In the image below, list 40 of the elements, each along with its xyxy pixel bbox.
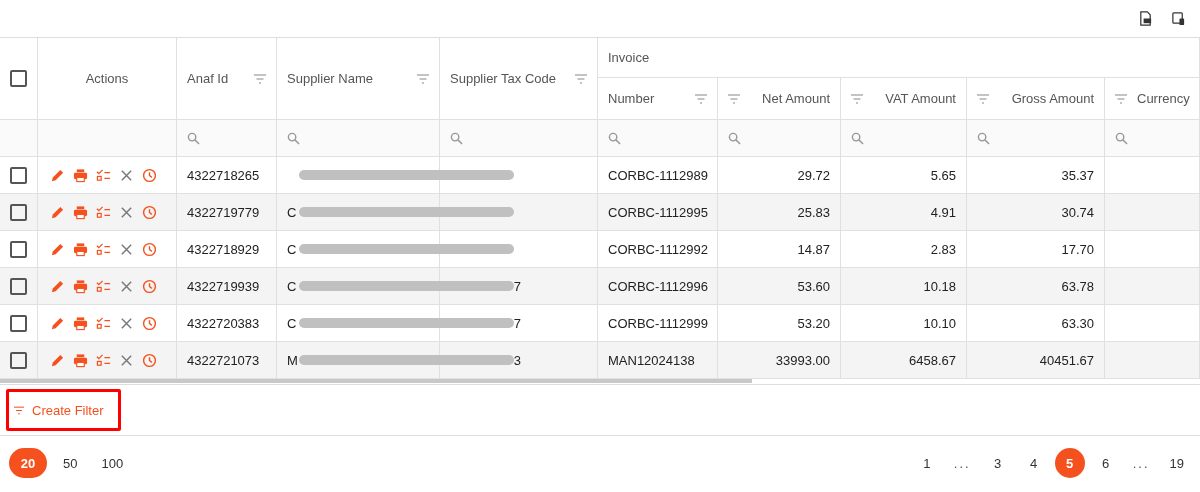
- column-header[interactable]: Anaf Id: [187, 71, 229, 86]
- column-header[interactable]: Actions: [85, 71, 129, 86]
- column-header[interactable]: Net Amount: [762, 91, 830, 106]
- table-cell: 4322719779: [177, 194, 277, 231]
- column-header[interactable]: Supplier Name: [287, 71, 373, 86]
- table-cell: CORBC-1112995: [598, 194, 718, 231]
- column-header[interactable]: VAT Amount: [885, 91, 956, 106]
- page-number[interactable]: 6: [1090, 448, 1121, 478]
- table-cell: CORBC-1112996: [598, 268, 718, 305]
- cell-text: C: [287, 204, 297, 220]
- table-cell: 40451.67: [967, 342, 1105, 379]
- table-cell: 6458.67: [841, 342, 967, 379]
- table-cell: 63.78: [967, 268, 1105, 305]
- page-ellipsis: ...: [1131, 455, 1151, 471]
- cell-text: M: [287, 352, 298, 368]
- table-cell: 4.91: [841, 194, 967, 231]
- column-header[interactable]: Number: [608, 91, 655, 106]
- create-filter-button[interactable]: Create Filter: [6, 389, 121, 431]
- table-cell: 30.74: [967, 194, 1105, 231]
- cell-text: C: [287, 278, 297, 294]
- page-number[interactable]: 3: [982, 448, 1013, 478]
- table-cell: MAN12024138: [598, 342, 718, 379]
- page-size-option[interactable]: 100: [93, 448, 132, 478]
- page-ellipsis: ...: [952, 455, 972, 471]
- column-header[interactable]: Supplier Tax Code: [450, 71, 556, 86]
- table-cell: 10.18: [841, 268, 967, 305]
- column-header[interactable]: Currency: [1137, 91, 1190, 106]
- column-header[interactable]: Gross Amount: [1011, 91, 1094, 106]
- cell-text: C: [287, 315, 297, 331]
- table-cell: 33993.00: [718, 342, 841, 379]
- table-cell: 53.60: [718, 268, 841, 305]
- page-size-option[interactable]: 50: [55, 448, 86, 478]
- group-header: Invoice: [608, 50, 650, 65]
- page-number[interactable]: 19: [1161, 448, 1192, 478]
- table-cell: 4322719939: [177, 268, 277, 305]
- page-number[interactable]: 4: [1018, 448, 1049, 478]
- table-cell: 25.83: [718, 194, 841, 231]
- table-cell: 4322721073: [177, 342, 277, 379]
- page-number[interactable]: 1: [911, 448, 942, 478]
- cell-text: C: [287, 241, 297, 257]
